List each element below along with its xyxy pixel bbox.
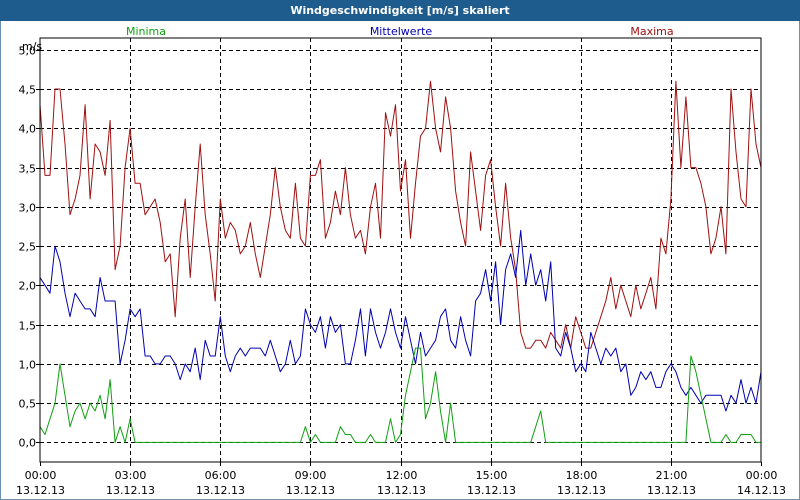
x-tick-time-label: 06:00 bbox=[205, 469, 237, 482]
legend: Minima Mittelwerte Maxima bbox=[126, 25, 674, 38]
x-tick-date-label: 13.12.13 bbox=[286, 484, 335, 497]
x-tick-date-label: 14.12.13 bbox=[737, 484, 786, 497]
x-tick-time-label: 03:00 bbox=[115, 469, 147, 482]
x-tick-date-label: 13.12.13 bbox=[647, 484, 696, 497]
x-tick-time-label: 00:00 bbox=[25, 469, 57, 482]
y-tick-label: 1,0 bbox=[19, 359, 37, 372]
y-tick-label: 4,5 bbox=[19, 84, 37, 97]
y-tick-label: 0,5 bbox=[19, 398, 37, 411]
y-tick-label: 3,0 bbox=[19, 202, 37, 215]
x-tick-date-label: 13.12.13 bbox=[377, 484, 426, 497]
wind-speed-chart: 0,00,51,01,52,02,53,03,54,04,55,0 00:001… bbox=[16, 25, 786, 497]
x-tick-time-label: 18:00 bbox=[566, 469, 598, 482]
x-tick-date-label: 13.12.13 bbox=[557, 484, 606, 497]
x-tick-time-label: 15:00 bbox=[476, 469, 508, 482]
x-tick-date-label: 13.12.13 bbox=[16, 484, 65, 497]
y-tick-label: 3,5 bbox=[19, 163, 37, 176]
y-tick-label: 2,0 bbox=[19, 280, 37, 293]
x-tick-time-label: 00:00 bbox=[746, 469, 778, 482]
plot-area-background bbox=[40, 38, 761, 462]
y-tick-label: 4,0 bbox=[19, 123, 37, 136]
y-axis-label: m/s bbox=[22, 40, 42, 53]
x-tick-time-label: 09:00 bbox=[295, 469, 327, 482]
legend-entry-mittelwerte: Mittelwerte bbox=[370, 25, 433, 38]
y-tick-label: 2,5 bbox=[19, 241, 37, 254]
x-tick-date-label: 13.12.13 bbox=[467, 484, 516, 497]
y-axis: 0,00,51,01,52,02,53,03,54,04,55,0 bbox=[19, 45, 40, 450]
x-tick-date-label: 13.12.13 bbox=[106, 484, 155, 497]
x-axis: 00:00 13.12.13 03:00 13.12.13 06:00 13.12.13 0… bbox=[16, 462, 786, 497]
y-tick-label: 0,0 bbox=[19, 437, 37, 450]
legend-entry-maxima: Maxima bbox=[630, 25, 673, 38]
x-tick-time-label: 21:00 bbox=[656, 469, 688, 482]
legend-entry-minima: Minima bbox=[126, 25, 166, 38]
y-tick-label: 1,5 bbox=[19, 320, 37, 333]
x-tick-date-label: 13.12.13 bbox=[196, 484, 245, 497]
x-tick-time-label: 12:00 bbox=[386, 469, 418, 482]
